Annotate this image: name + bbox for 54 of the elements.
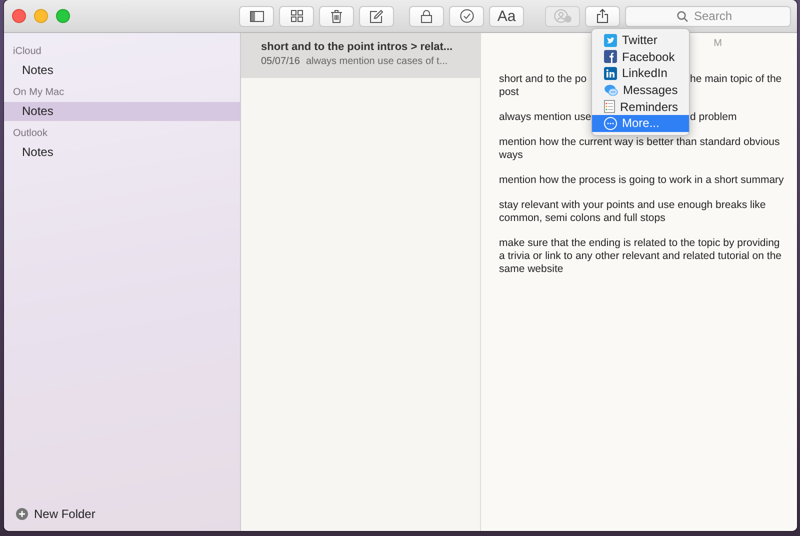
search-icon: [677, 10, 688, 22]
add-person-icon: [554, 9, 572, 23]
grid-button[interactable]: [279, 6, 314, 26]
speech-bubbles-icon: [604, 84, 618, 97]
share-menu-item[interactable]: Twitter: [592, 32, 689, 49]
section-header: On My Mac: [12, 86, 66, 100]
note-date: M: [714, 38, 722, 49]
f-logo-icon: [604, 50, 617, 64]
lock-icon: [421, 10, 432, 22]
trash-icon: [331, 10, 342, 22]
note-text: d problem: [690, 111, 737, 124]
font-button[interactable]: Aa: [489, 6, 524, 26]
sidebar-icon: [250, 10, 264, 22]
plus-circle-icon: [16, 508, 28, 520]
share-menu-item[interactable]: Messages: [592, 82, 689, 98]
close-button[interactable]: [12, 9, 26, 23]
share-menu-item[interactable]: Facebook: [592, 48, 689, 66]
note-text: post: [499, 86, 519, 99]
compose-icon: [370, 10, 383, 22]
trash-button[interactable]: [319, 6, 354, 26]
section-header: iCloud: [12, 45, 42, 59]
lock-button[interactable]: [409, 6, 444, 26]
share-icon: [597, 9, 608, 23]
check-button[interactable]: [449, 6, 484, 26]
note-text: stay relevant with your points and use enough breaks like: [499, 199, 766, 212]
checkmark-circle-icon: [460, 9, 474, 23]
compose-button[interactable]: [359, 6, 394, 26]
folder-item[interactable]: Notes: [4, 61, 240, 80]
section-header: Outlook: [12, 127, 48, 141]
note-text: ways: [499, 149, 523, 162]
share-menu-item[interactable]: More...: [592, 114, 689, 132]
in-logo-icon: [604, 66, 617, 80]
share-button[interactable]: [585, 6, 620, 26]
note-text: common, semi colons and full stops: [499, 212, 666, 225]
notepad-icon: [604, 100, 615, 114]
sidebar-button[interactable]: [239, 6, 274, 26]
grid-icon: [290, 10, 302, 22]
share-menu-item[interactable]: Reminders: [592, 98, 689, 115]
bird-icon: [604, 34, 617, 47]
note-text: same website: [499, 263, 564, 276]
more-icon: [604, 116, 617, 130]
note-list-item[interactable]: short and to the point intros > relat... 05/07/16 always mention use cases of t...: [241, 33, 480, 78]
search-field[interactable]: Search: [625, 6, 791, 26]
share-menu-item[interactable]: LinkedIn: [592, 65, 689, 82]
note-text: make sure that the ending is related to the topic by providing: [499, 237, 780, 250]
note-text: mention how the current way is better than standard obvious: [499, 136, 780, 149]
folder-item[interactable]: Notes: [4, 102, 240, 121]
new-folder-button[interactable]: New Folder: [34, 507, 96, 521]
note-text: he main topic of the: [690, 73, 782, 86]
note-text: short and to the po: [499, 73, 587, 86]
note-text: mention how the process is going to work in a short summary: [499, 174, 784, 187]
folder-item[interactable]: Notes: [4, 143, 240, 162]
note-text: a trivia or link to any other relevant and related tutorial on the: [499, 250, 782, 263]
note-text: always mention use: [499, 111, 592, 124]
